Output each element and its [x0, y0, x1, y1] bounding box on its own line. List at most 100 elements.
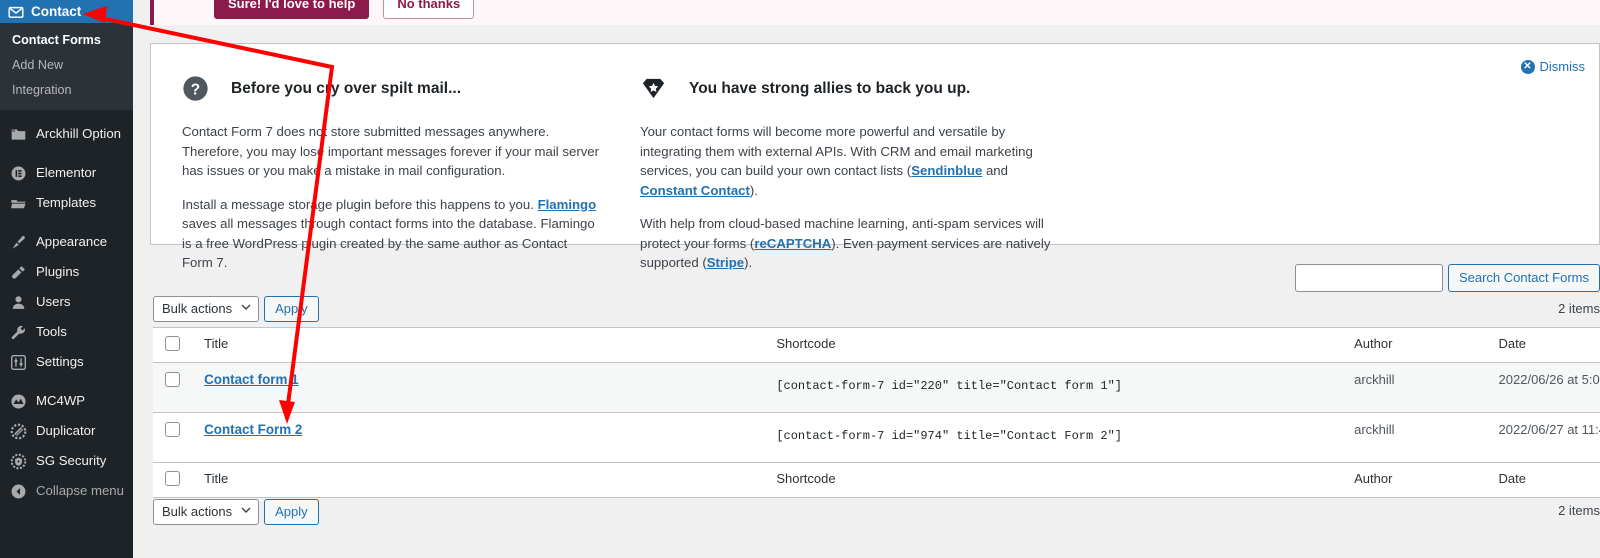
contact-form-title-link[interactable]: Contact Form 2 — [204, 422, 302, 437]
select-all-checkbox-footer[interactable] — [165, 471, 180, 486]
apply-button-bottom[interactable]: Apply — [264, 499, 319, 525]
items-count-top: 2 items — [1558, 301, 1600, 316]
welcome-column-2-header: You have strong allies to back you up. — [640, 75, 1058, 102]
sidebar-item-arckhill-option[interactable]: Arckhill Option — [0, 119, 133, 149]
welcome-column-2-paragraph-1: Your contact forms will become more powe… — [640, 122, 1058, 200]
sidebar-submenu-contact: Contact Forms Add New Integration — [0, 23, 133, 110]
chevron-down-icon — [241, 297, 251, 321]
row-shortcode-cell[interactable]: [contact-form-7 id="974" title="Contact … — [766, 412, 1345, 463]
bulk-actions-select-bottom[interactable]: Bulk actions — [153, 499, 260, 525]
row-checkbox-cell — [153, 412, 195, 463]
sidebar-item-duplicator-label: Duplicator — [36, 423, 96, 438]
stripe-link[interactable]: Stripe — [707, 255, 744, 270]
column-header-title[interactable]: Title — [194, 327, 767, 363]
sidebar-item-mc4wp-label: MC4WP — [36, 393, 86, 408]
sidebar-item-tools[interactable]: Tools — [0, 317, 133, 347]
contact-form-title-link[interactable]: Contact form 1 — [204, 372, 299, 387]
sidebar-item-contact-label: Contact — [31, 4, 82, 19]
sendinblue-link[interactable]: Sendinblue — [911, 163, 982, 178]
collapse-arrow-icon — [9, 482, 27, 500]
apply-button-top[interactable]: Apply — [264, 296, 319, 322]
search-input[interactable] — [1294, 264, 1443, 292]
select-all-header — [153, 327, 195, 363]
sidebar-subitem-integration[interactable]: Integration — [0, 78, 133, 103]
elementor-icon — [9, 164, 27, 182]
sidebar-item-duplicator[interactable]: Duplicator — [0, 416, 133, 446]
column-header-author[interactable]: Author — [1344, 327, 1489, 363]
select-all-footer — [153, 462, 195, 498]
sidebar-item-appearance-label: Appearance — [36, 234, 108, 249]
row-checkbox[interactable] — [165, 422, 180, 437]
select-all-checkbox[interactable] — [165, 336, 180, 351]
row-checkbox[interactable] — [165, 372, 180, 387]
flamingo-link[interactable]: Flamingo — [538, 197, 597, 212]
sidebar-item-tools-label: Tools — [36, 324, 67, 339]
sidebar-item-users[interactable]: Users — [0, 287, 133, 317]
templates-folder-icon — [9, 194, 27, 212]
plug-icon — [9, 263, 27, 281]
items-count-bottom: 2 items — [1558, 503, 1600, 518]
row-title-cell: Contact form 1 — [194, 362, 767, 413]
c2p2-b: ). — [744, 255, 753, 270]
row-date-cell: 2022/06/27 at 11:41 am — [1488, 412, 1600, 463]
p2-text-b: saves all messages through contact forms… — [182, 216, 595, 270]
table-footer-row: Title Shortcode Author Date — [153, 462, 1600, 498]
sidebar-item-mc4wp[interactable]: MC4WP — [0, 386, 133, 416]
sidebar-item-plugins[interactable]: Plugins — [0, 257, 133, 287]
sidebar-subitem-add-new[interactable]: Add New — [0, 53, 133, 78]
sidebar-item-settings-label: Settings — [36, 354, 84, 369]
sidebar-separator-2 — [0, 149, 133, 158]
welcome-column-1-paragraph-2: Install a message storage plugin before … — [182, 195, 600, 273]
mc4wp-icon — [9, 392, 27, 410]
sidebar-subitem-contact-forms-label: Contact Forms — [12, 33, 101, 47]
sidebar-item-sg-security[interactable]: SG Security — [0, 446, 133, 476]
sidebar-item-settings[interactable]: Settings — [0, 347, 133, 377]
main-content: Sure! I'd love to help No thanks ✕ Dismi… — [133, 0, 1600, 558]
c2p1-b: ). — [749, 182, 758, 198]
sidebar-separator-3 — [0, 218, 133, 227]
bulk-actions-select-bottom-label: Bulk actions — [162, 504, 233, 519]
row-shortcode-cell[interactable]: [contact-form-7 id="220" title="Contact … — [766, 362, 1345, 413]
welcome-column-1-heading: Before you cry over spilt mail... — [231, 79, 461, 97]
welcome-column-allies: You have strong allies to back you up. Y… — [640, 75, 1058, 287]
column-footer-title[interactable]: Title — [194, 462, 767, 498]
search-form: Search Contact Forms — [1294, 264, 1600, 292]
sidebar-item-appearance[interactable]: Appearance — [0, 227, 133, 257]
table-body: Contact form 1 [contact-form-7 id="220" … — [153, 362, 1600, 463]
sidebar-item-users-label: Users — [36, 294, 71, 309]
dismiss-label: Dismiss — [1539, 59, 1586, 74]
bulk-actions-select-top-label: Bulk actions — [162, 301, 233, 316]
recaptcha-link[interactable]: reCAPTCHA — [754, 236, 831, 251]
sidebar-item-sg-security-label: SG Security — [36, 453, 107, 468]
welcome-column-2-heading: You have strong allies to back you up. — [689, 79, 971, 97]
bulk-actions-select-top[interactable]: Bulk actions — [153, 296, 260, 322]
welcome-column-spilt-mail: ? Before you cry over spilt mail... Cont… — [182, 75, 600, 287]
search-submit-button[interactable]: Search Contact Forms — [1447, 264, 1600, 292]
p2-text-a: Install a message storage plugin before … — [182, 196, 538, 212]
help-no-button[interactable]: No thanks — [383, 0, 475, 19]
sidebar-item-elementor[interactable]: Elementor — [0, 158, 133, 188]
folder-icon — [9, 125, 27, 143]
column-footer-date[interactable]: Date — [1488, 462, 1600, 498]
sidebar-item-plugins-label: Plugins — [36, 264, 80, 279]
constant-contact-link[interactable]: Constant Contact — [640, 183, 750, 198]
user-icon — [9, 293, 27, 311]
row-date-cell: 2022/06/26 at 5:01 am — [1488, 362, 1600, 413]
sidebar-subitem-contact-forms[interactable]: Contact Forms — [0, 28, 133, 53]
sidebar-item-collapse-menu-label: Collapse menu — [36, 483, 124, 498]
column-header-date[interactable]: Date — [1488, 327, 1600, 363]
tablenav-top: Bulk actions Apply — [153, 296, 319, 322]
sidebar-item-templates[interactable]: Templates — [0, 188, 133, 218]
envelope-icon — [8, 4, 24, 20]
dismiss-button[interactable]: ✕ Dismiss — [1520, 59, 1586, 74]
column-header-shortcode: Shortcode — [766, 327, 1345, 363]
sidebar-item-contact[interactable]: Contact — [0, 0, 140, 23]
tablenav-bottom: Bulk actions Apply — [153, 499, 319, 525]
row-author-cell: arckhill — [1344, 362, 1489, 413]
shield-lock-icon — [9, 452, 27, 470]
sidebar-item-collapse-menu[interactable]: Collapse menu — [0, 476, 133, 506]
help-yes-button[interactable]: Sure! I'd love to help — [214, 0, 370, 19]
welcome-column-1-paragraph-1: Contact Form 7 does not store submitted … — [182, 124, 600, 178]
duplicator-icon — [9, 422, 27, 440]
column-footer-author[interactable]: Author — [1344, 462, 1489, 498]
